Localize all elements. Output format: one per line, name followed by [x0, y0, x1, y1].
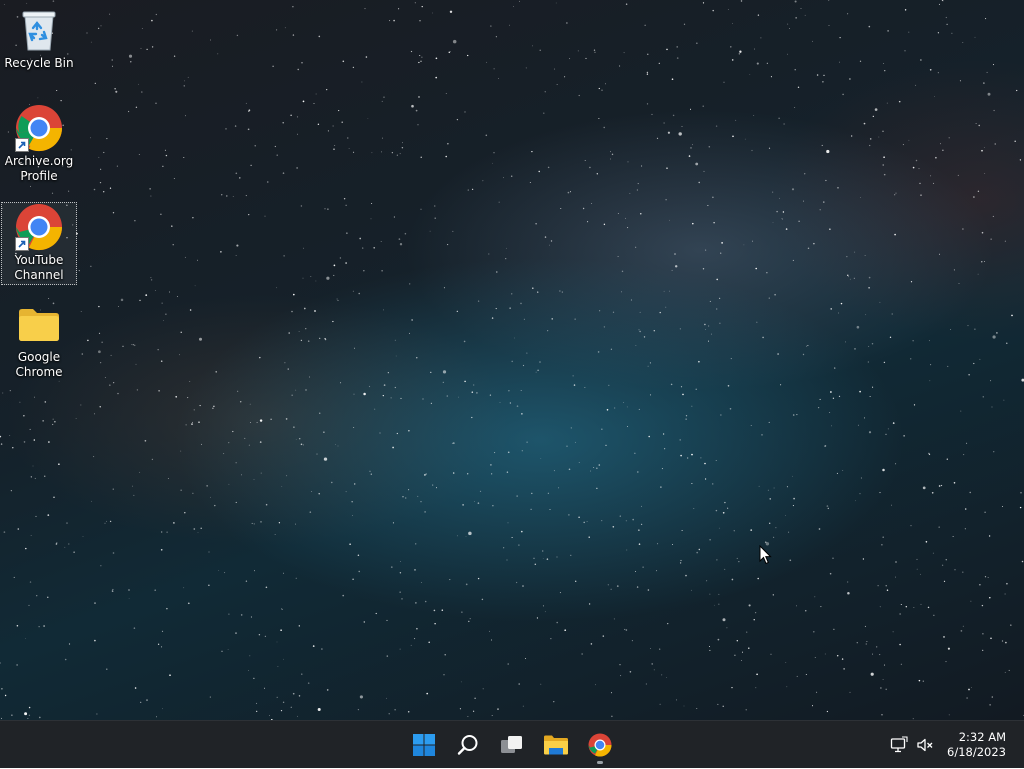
- desktop-icon-label: Recycle Bin: [4, 56, 74, 70]
- shortcut-arrow-icon: [15, 138, 29, 152]
- chrome-icon: [15, 104, 63, 152]
- desktop-icon-recycle-bin[interactable]: Recycle Bin: [1, 6, 77, 74]
- chrome-taskbar-button[interactable]: [584, 729, 616, 764]
- clock-time: 2:32 AM: [958, 730, 1006, 744]
- search-icon: [457, 735, 478, 755]
- task-view-button[interactable]: [496, 729, 528, 761]
- desktop-wallpaper[interactable]: Recycle Bin Archive.org Profile YouTube …: [0, 0, 1024, 720]
- task-view-icon: [501, 736, 522, 753]
- clock-date: 6/18/2023: [947, 745, 1006, 759]
- recycle-bin-icon: [15, 6, 63, 54]
- desktop-icon-youtube-channel[interactable]: YouTube Channel: [1, 202, 77, 285]
- desktop-icon-label: Archive.org Profile: [4, 154, 74, 183]
- chrome-icon: [588, 733, 612, 757]
- windows-logo-icon: [413, 734, 435, 756]
- shortcut-arrow-icon: [15, 237, 29, 251]
- clock[interactable]: 2:32 AM 6/18/2023: [936, 730, 1006, 760]
- volume-muted-icon[interactable]: [916, 736, 934, 754]
- desktop-icon-google-chrome[interactable]: Google Chrome: [1, 300, 77, 384]
- system-tray: 2:32 AM 6/18/2023: [884, 721, 1024, 769]
- search-button[interactable]: [452, 729, 484, 761]
- folder-icon: [15, 300, 63, 348]
- taskbar: 2:32 AM 6/18/2023: [0, 720, 1024, 768]
- running-indicator: [597, 761, 603, 764]
- start-button[interactable]: [408, 729, 440, 761]
- desktop-icon-label: YouTube Channel: [14, 253, 64, 282]
- chrome-icon: [15, 203, 63, 251]
- desktop-icon-archive-org-profile[interactable]: Archive.org Profile: [1, 104, 77, 188]
- file-explorer-icon: [544, 735, 568, 755]
- starfield-wallpaper: [0, 0, 1024, 720]
- network-icon[interactable]: [890, 736, 908, 754]
- file-explorer-button[interactable]: [540, 729, 572, 761]
- desktop-icon-label: Google Chrome: [15, 350, 63, 379]
- mouse-cursor-icon: [759, 545, 772, 565]
